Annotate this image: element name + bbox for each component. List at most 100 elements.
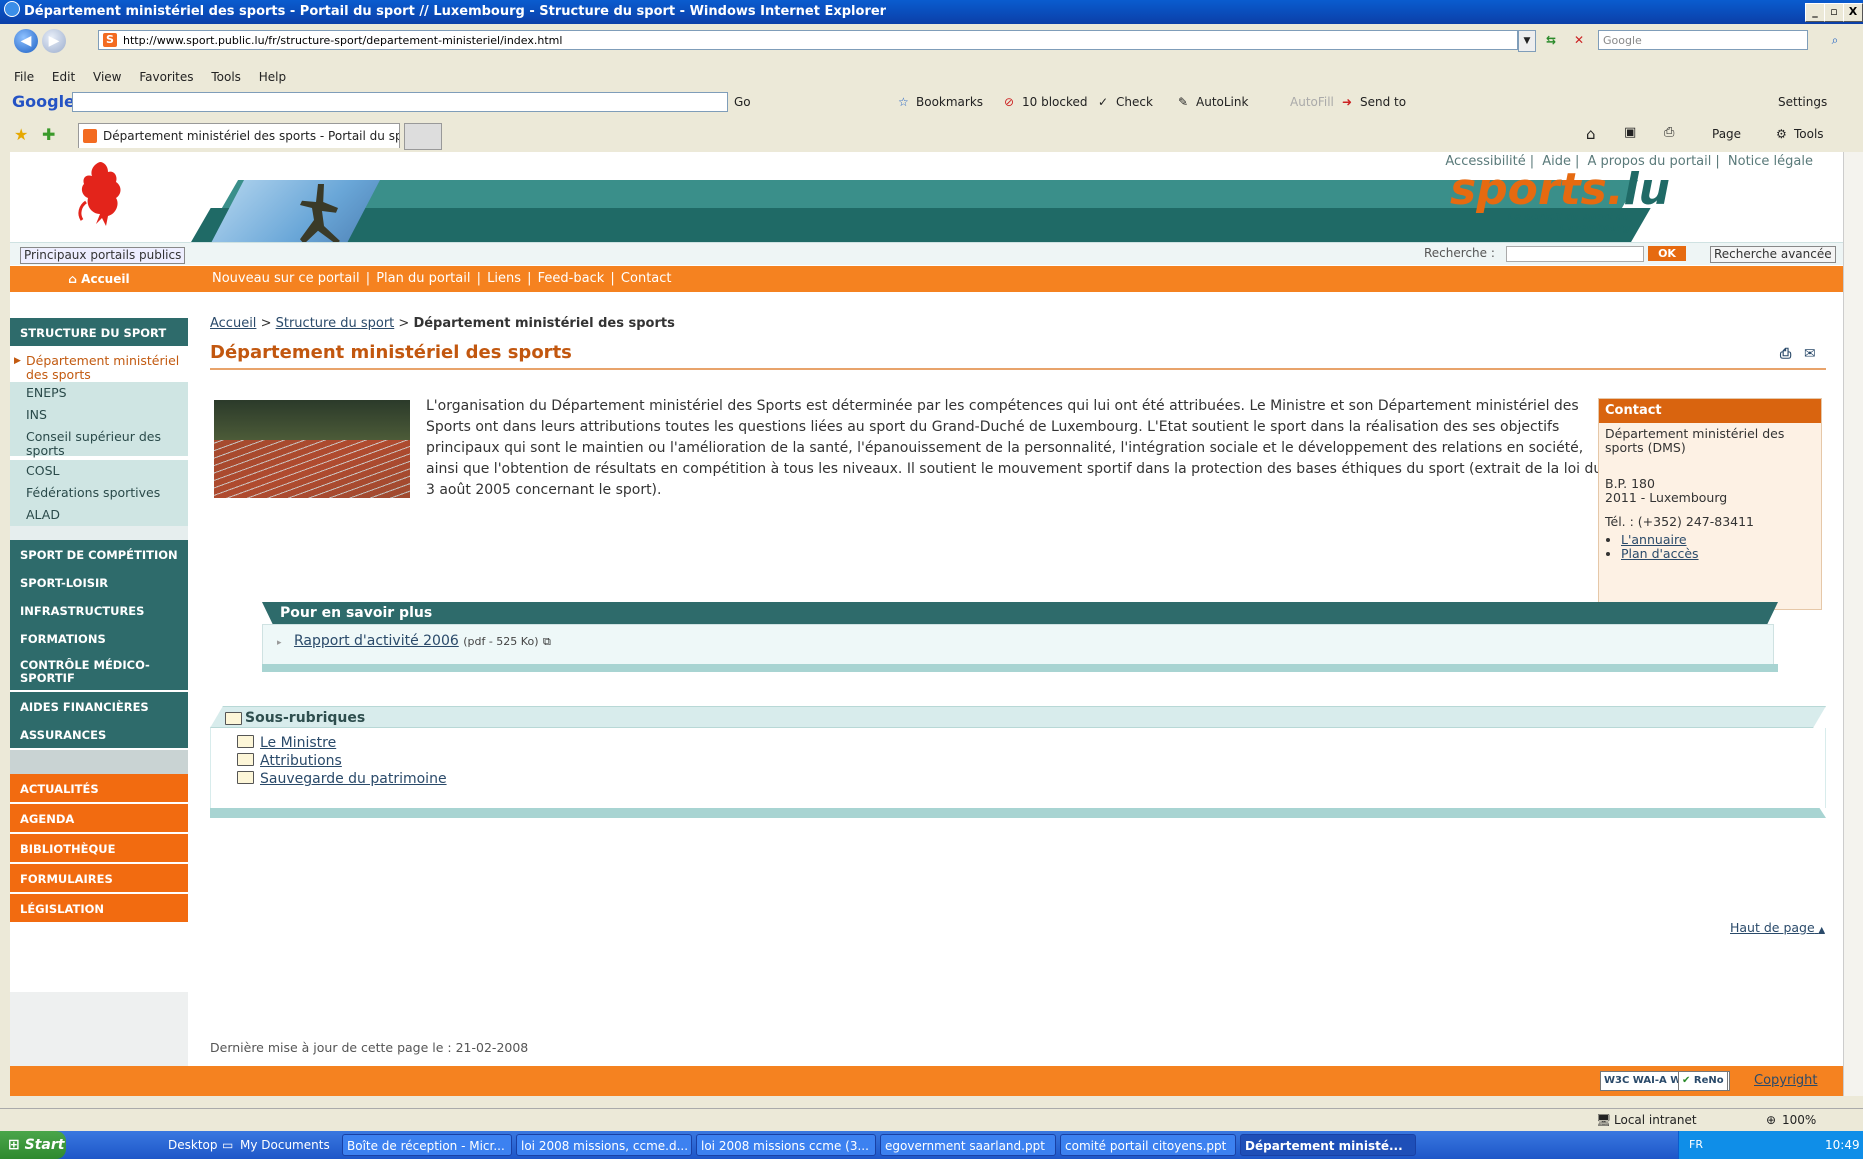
nav-item-ins[interactable]: INS [10, 404, 188, 428]
menu-view[interactable]: View [93, 70, 121, 84]
minimize-button[interactable]: _ [1805, 3, 1825, 22]
menu-favorites[interactable]: Favorites [139, 70, 193, 84]
menu-tools[interactable]: Tools [211, 70, 241, 84]
nav-bibliotheque[interactable]: BIBLIOTHÈQUE [10, 834, 188, 864]
link-contact[interactable]: Contact [621, 271, 672, 286]
nav-sport-competition[interactable]: SPORT DE COMPÉTITION [10, 540, 188, 570]
nav-item-conseil[interactable]: Conseil supérieur des sports [10, 426, 188, 458]
check-button[interactable]: Check [1116, 88, 1153, 116]
language-indicator[interactable]: FR [1689, 1131, 1703, 1159]
search-ok-button[interactable]: OK [1648, 246, 1686, 261]
page-menu[interactable]: Page [1712, 127, 1741, 141]
search-row: Principaux portails publics Recherche : … [10, 242, 1843, 265]
portals-button[interactable]: Principaux portails publics [20, 247, 186, 264]
link-attributions[interactable]: Attributions [260, 753, 342, 769]
link-liens[interactable]: Liens [487, 271, 521, 286]
zoom-level[interactable]: 100% [1782, 1109, 1816, 1131]
home-link[interactable]: ⌂ Accueil [10, 266, 188, 292]
nav-item-cosl[interactable]: COSL [10, 460, 188, 484]
start-button[interactable]: ⊞ Start [0, 1131, 66, 1159]
link-nouveau[interactable]: Nouveau sur ce portail [212, 271, 360, 286]
nav-item-departement[interactable]: ▶ Département ministériel des sports [10, 350, 188, 382]
task-loi-1[interactable]: loi 2008 missions, ccme.d... [516, 1134, 692, 1156]
window-title-bar: Département ministériel des sports - Por… [0, 0, 1863, 24]
link-plan-acces[interactable]: Plan d'accès [1621, 546, 1699, 561]
link-plan[interactable]: Plan du portail [376, 271, 470, 286]
nav-formations[interactable]: FORMATIONS [10, 624, 188, 654]
nav-sport-loisir[interactable]: SPORT-LOISIR [10, 568, 188, 598]
new-tab-button[interactable] [404, 123, 442, 150]
link-notice-legale[interactable]: Notice légale [1728, 154, 1813, 169]
top-of-page-link[interactable]: Haut de page ▲ [1730, 920, 1825, 935]
nav-agenda[interactable]: AGENDA [10, 804, 188, 834]
bookmarks-button[interactable]: Bookmarks [916, 88, 983, 116]
nav-legislation[interactable]: LÉGISLATION [10, 894, 188, 924]
home-house-icon: ⌂ [68, 272, 77, 286]
print-icon[interactable]: ⎙ [1664, 125, 1674, 140]
sous-rubriques-box: Sous-rubriques Le Ministre Attributions … [210, 706, 1826, 824]
link-le-ministre[interactable]: Le Ministre [260, 735, 336, 751]
copyright-link[interactable]: Copyright [1754, 1073, 1818, 1088]
home-icon[interactable]: ⌂ [1586, 125, 1596, 143]
reno-badge[interactable]: ✔ ReNo [1678, 1071, 1728, 1091]
advanced-search-button[interactable]: Recherche avancée [1710, 246, 1836, 263]
nav-infrastructures[interactable]: INFRASTRUCTURES [10, 596, 188, 626]
nav-item-alad[interactable]: ALAD [10, 504, 188, 528]
sports-lu-logo[interactable]: sports.lu Le portail du sport au Luxembo… [1450, 168, 1670, 235]
task-inbox[interactable]: Boîte de réception - Micr... [342, 1134, 512, 1156]
nav-item-federations[interactable]: Fédérations sportives [10, 482, 188, 506]
email-page-icon[interactable]: ✉ [1804, 346, 1820, 362]
forward-button[interactable]: ▶ [42, 29, 66, 53]
sendto-button[interactable]: Send to [1360, 88, 1406, 116]
nav-controle-medico[interactable]: CONTRÔLE MÉDICO-SPORTIF [10, 652, 188, 692]
maximize-button[interactable]: ▫ [1824, 3, 1844, 22]
popup-blocker-icon: ⊘ [1004, 95, 1015, 109]
stop-icon[interactable]: ✕ [1568, 30, 1590, 50]
desktop-link[interactable]: Desktop [168, 1131, 218, 1159]
nav-actualites[interactable]: ACTUALITÉS [10, 774, 188, 804]
link-annuaire[interactable]: L'annuaire [1621, 532, 1687, 547]
link-feedback[interactable]: Feed-back [538, 271, 605, 286]
task-comite[interactable]: comité portail citoyens.ppt [1060, 1134, 1236, 1156]
settings-button[interactable]: Settings [1778, 88, 1827, 116]
task-loi-2[interactable]: loi 2008 missions ccme (3... [696, 1134, 876, 1156]
my-documents-link[interactable]: My Documents [240, 1131, 330, 1159]
nav-assurances[interactable]: ASSURANCES [10, 720, 188, 750]
site-search-input[interactable] [1506, 246, 1644, 262]
nav-formulaires[interactable]: FORMULAIRES [10, 864, 188, 894]
feeds-icon[interactable]: ▣ [1624, 125, 1636, 140]
tools-menu[interactable]: Tools [1794, 127, 1824, 141]
refresh-icon[interactable]: ⇆ [1540, 30, 1562, 50]
task-egov[interactable]: egovernment saarland.ppt [880, 1134, 1056, 1156]
luxembourg-lion-logo[interactable] [72, 158, 128, 230]
vertical-scrollbar[interactable] [1843, 152, 1863, 1096]
back-button[interactable]: ◀ [14, 29, 38, 53]
search-go-icon[interactable]: ⌕ [1820, 30, 1850, 50]
rapport-activite-link[interactable]: Rapport d'activité 2006 [294, 633, 459, 649]
autolink-button[interactable]: AutoLink [1196, 88, 1248, 116]
address-dropdown-icon[interactable]: ▼ [1518, 30, 1536, 52]
autofill-button[interactable]: AutoFill [1290, 88, 1334, 116]
sous-rubriques-bottom [210, 808, 1826, 818]
breadcrumb-structure[interactable]: Structure du sport [276, 316, 395, 331]
nav-aides-financieres[interactable]: AIDES FINANCIÈRES [10, 692, 188, 722]
breadcrumb-home[interactable]: Accueil [210, 316, 256, 331]
search-input[interactable]: Google [1598, 30, 1808, 50]
tab-active[interactable]: Département ministériel des sports - Por… [78, 123, 400, 148]
favorites-star-icon[interactable]: ★ [14, 125, 28, 144]
google-go-button[interactable]: Go [734, 88, 751, 116]
link-sauvegarde[interactable]: Sauvegarde du patrimoine [260, 771, 447, 787]
close-button[interactable]: X [1843, 3, 1863, 22]
print-page-icon[interactable]: ⎙ [1780, 346, 1796, 362]
popup-blocked-button[interactable]: 10 blocked [1022, 88, 1088, 116]
menu-help[interactable]: Help [259, 70, 286, 84]
google-search-input[interactable] [72, 92, 728, 112]
nav-section-structure[interactable]: STRUCTURE DU SPORT [10, 318, 188, 348]
menu-edit[interactable]: Edit [52, 70, 75, 84]
nav-spacer [10, 526, 188, 540]
address-input[interactable]: Shttp://www.sport.public.lu/fr/structure… [98, 30, 1518, 50]
nav-item-eneps[interactable]: ENEPS [10, 382, 188, 406]
menu-file[interactable]: File [14, 70, 34, 84]
task-ie-active[interactable]: Département ministé... [1240, 1134, 1416, 1156]
add-favorites-icon[interactable]: ✚ [42, 125, 55, 144]
